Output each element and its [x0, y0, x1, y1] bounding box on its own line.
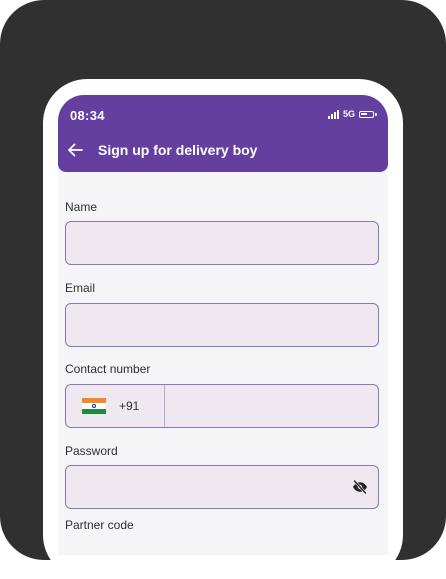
signal-bars-icon: [327, 109, 339, 119]
password-visibility-toggle[interactable]: [352, 479, 368, 495]
back-button[interactable]: [65, 140, 85, 160]
app-bar: 08:34 5G Sign up for delivery boy: [58, 95, 388, 172]
battery-icon: [359, 110, 377, 118]
password-input[interactable]: [65, 465, 379, 509]
india-flag-icon: [82, 398, 106, 414]
arrow-left-icon: [68, 143, 83, 157]
network-type: 5G: [342, 109, 355, 119]
name-input[interactable]: [65, 221, 379, 265]
phone-screen: 08:34 5G Sign up for delivery boy Name E…: [58, 95, 388, 555]
dial-code: +91: [119, 399, 140, 413]
eye-off-icon: [353, 479, 367, 495]
contact-number-field[interactable]: +91: [65, 384, 379, 428]
contact-number-label: Contact number: [65, 362, 151, 376]
page-title: Sign up for delivery boy: [98, 142, 258, 158]
status-time: 08:34: [70, 108, 105, 123]
email-label: Email: [65, 281, 96, 295]
country-code-selector[interactable]: +91: [66, 385, 165, 427]
name-label: Name: [65, 200, 98, 214]
password-label: Password: [65, 444, 118, 458]
status-icons: 5G: [327, 109, 377, 119]
email-input[interactable]: [65, 303, 379, 347]
